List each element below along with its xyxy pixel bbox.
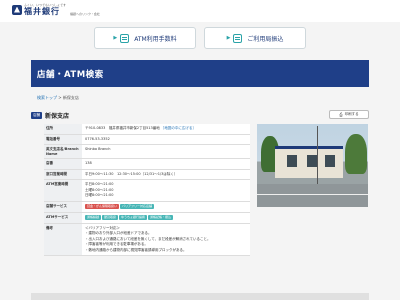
breadcrumb-home[interactable]: 検索トップ bbox=[37, 95, 57, 100]
atm-fee-label: ATM利用手数料 bbox=[134, 35, 177, 43]
service-tag: 通帳記帳・振込 bbox=[148, 214, 174, 220]
branch-name: 新保支店 bbox=[45, 112, 70, 120]
service-tag: 通帳繰越 bbox=[85, 214, 102, 220]
service-tag: 貸金・がん保険取扱い bbox=[85, 203, 120, 209]
phone-label: 電話番号 bbox=[44, 134, 82, 145]
atm-services-label: ATMサービス bbox=[44, 212, 82, 224]
notes-label: 備考 bbox=[44, 223, 82, 256]
branch-type-badge: 店舗 bbox=[31, 111, 42, 119]
branch-number-label: 店番 bbox=[44, 158, 82, 170]
bank-logo-icon bbox=[12, 4, 22, 15]
table-row: 店舗サービス 貸金・がん保険取扱い バリアフリー対応店舗 bbox=[44, 201, 250, 213]
branch-info-table: 住所 〒910-0833 福井県福井市新保2丁目513番地 ［地図の中に広げる］… bbox=[44, 124, 250, 256]
logo-name: 福井銀行 bbox=[24, 7, 60, 16]
branch-title-row: 店舗 新保支店 ⎙ 印刷する bbox=[31, 108, 369, 122]
counter-hours-value: 平日9:00～11:30 12:30～15:00（12/31～1/3は除く） bbox=[82, 169, 250, 180]
address-value: 〒910-0833 福井県福井市新保2丁目513番地 bbox=[85, 126, 160, 130]
table-row: 窓口営業時間 平日9:00～11:30 12:30～15:00（12/31～1/… bbox=[44, 169, 250, 180]
branch-number-value: 138 bbox=[82, 158, 250, 170]
quicklinks: ▶ ATM利用手数料 ▶ ご利用局振込 bbox=[0, 27, 400, 51]
store-services-cell: 貸金・がん保険取扱い バリアフリー対応店舗 bbox=[82, 201, 250, 213]
table-row: 店番 138 bbox=[44, 158, 250, 170]
breadcrumb-current: 新保支店 bbox=[62, 95, 79, 100]
atm-services-cell: 通帳繰越 硬貨取扱 ゆうちょ銀行提携 通帳記帳・振込 bbox=[82, 212, 250, 224]
atm-hours-sunday: 日曜8:00～21:00 bbox=[85, 193, 114, 197]
transfer-link[interactable]: ▶ ご利用局振込 bbox=[204, 27, 306, 49]
logo-sub[interactable]: 福銀へのリンク・会社 bbox=[70, 12, 100, 16]
table-row: 住所 〒910-0833 福井県福井市新保2丁目513番地 ［地図の中に広げる］ bbox=[44, 124, 250, 135]
notes-cell: ＜バリアフリー対応＞ ・建物のおり外部入口が段差ドアである。 ・出入口および通路… bbox=[82, 223, 250, 256]
address-cell: 〒910-0833 福井県福井市新保2丁目513番地 ［地図の中に広げる］ bbox=[82, 124, 250, 135]
arrow-icon: ▶ bbox=[113, 35, 118, 41]
counter-hours-label: 窓口営業時間 bbox=[44, 169, 82, 180]
table-row: ATMサービス 通帳繰越 硬貨取扱 ゆうちょ銀行提携 通帳記帳・振込 bbox=[44, 212, 250, 224]
edit-icon bbox=[233, 33, 243, 43]
footer-bar bbox=[31, 293, 369, 300]
table-row: 備考 ＜バリアフリー対応＞ ・建物のおり外部入口が段差ドアである。 ・出入口およ… bbox=[44, 223, 250, 256]
atm-hours-cell: 平日8:00～21:00 土曜8:00～21:00 日曜8:00～21:00 bbox=[82, 179, 250, 202]
transfer-label: ご利用局振込 bbox=[247, 35, 284, 43]
phone-value: 0776-53-3352 bbox=[82, 134, 250, 145]
bank-logo[interactable]: ふくい、いつでもいっしょです 福井銀行 福銀へのリンク・会社 bbox=[12, 3, 100, 16]
table-row: ATM営業時間 平日8:00～21:00 土曜8:00～21:00 日曜8:00… bbox=[44, 179, 250, 202]
note-line: ・敷地内通路から建物内部に視覚障害者誘導用ブロックがある。 bbox=[85, 247, 187, 252]
atm-hours-label: ATM営業時間 bbox=[44, 179, 82, 202]
english-name-value: Shinbo Branch bbox=[82, 144, 250, 159]
service-tag: ゆうちょ銀行提携 bbox=[119, 214, 148, 220]
english-name-label: 英文支店名/Branch Name bbox=[44, 144, 82, 159]
atm-icon bbox=[120, 33, 130, 43]
service-tag: 硬貨取扱 bbox=[102, 214, 119, 220]
arrow-icon: ▶ bbox=[226, 35, 231, 41]
map-link[interactable]: ［地図の中に広げる］ bbox=[161, 126, 196, 130]
table-row: 電話番号 0776-53-3352 bbox=[44, 134, 250, 145]
address-label: 住所 bbox=[44, 124, 82, 135]
print-label: 印刷する bbox=[344, 112, 359, 116]
branch-photo bbox=[257, 124, 368, 207]
service-tag: バリアフリー対応店舗 bbox=[120, 203, 155, 209]
atm-fee-link[interactable]: ▶ ATM利用手数料 bbox=[94, 27, 196, 49]
page-title: 店舗・ATM検索 bbox=[31, 60, 369, 87]
print-button[interactable]: ⎙ 印刷する bbox=[329, 110, 369, 119]
print-icon: ⎙ bbox=[339, 112, 343, 117]
table-row: 英文支店名/Branch Name Shinbo Branch bbox=[44, 144, 250, 159]
breadcrumb: 検索トップ > 新保支店 bbox=[37, 95, 79, 101]
site-header: ふくい、いつでもいっしょです 福井銀行 福銀へのリンク・会社 bbox=[0, 0, 400, 22]
store-services-label: 店舗サービス bbox=[44, 201, 82, 213]
